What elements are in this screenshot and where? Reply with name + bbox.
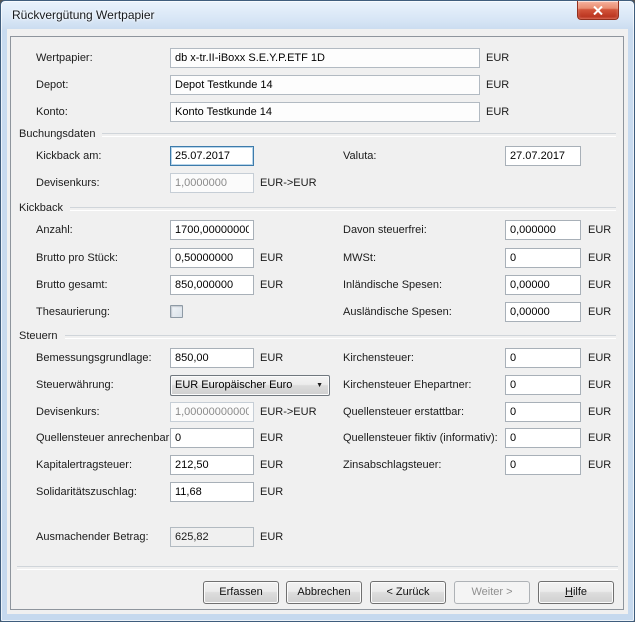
erfassen-button[interactable]: Erfassen [203, 581, 279, 604]
devisenkurs-suffix: EUR->EUR [260, 173, 317, 193]
brutto-gesamt-currency: EUR [260, 275, 283, 295]
ausmachender-betrag-currency: EUR [260, 527, 283, 547]
inlaendische-spesen-label: Inländische Spesen: [343, 275, 442, 295]
auslaendische-spesen-label: Ausländische Spesen: [343, 302, 452, 322]
depot-currency: EUR [486, 75, 509, 95]
devisenkurs-input [170, 173, 254, 193]
depot-label: Depot: [36, 75, 68, 95]
kirchensteuer-ehepartner-label: Kirchensteuer Ehepartner: [343, 375, 471, 395]
steuerwaehrung-selected-value: EUR Europäischer Euro [175, 379, 292, 391]
auslaendische-spesen-input[interactable] [505, 302, 581, 322]
close-button[interactable] [577, 1, 619, 20]
anzahl-label: Anzahl: [36, 220, 73, 240]
brutto-pro-stueck-currency: EUR [260, 248, 283, 268]
quellensteuer-anrechenbar-currency: EUR [260, 428, 283, 448]
quellensteuer-anrechenbar-label: Quellensteuer anrechenbar: [36, 428, 172, 448]
quellensteuer-fiktiv-input[interactable] [505, 428, 581, 448]
weiter-button: Weiter > [454, 581, 530, 604]
steuerwaehrung-select[interactable]: EUR Europäischer Euro ▼ [170, 375, 330, 396]
thesaurierung-label: Thesaurierung: [36, 302, 110, 322]
quellensteuer-anrechenbar-input[interactable] [170, 428, 254, 448]
close-icon [593, 6, 603, 15]
title-bar[interactable]: Rückvergütung Wertpapier [1, 1, 634, 29]
wertpapier-currency: EUR [486, 48, 509, 68]
bemessungsgrundlage-label: Bemessungsgrundlage: [36, 348, 152, 368]
ausmachender-betrag-label: Ausmachender Betrag: [36, 527, 149, 547]
kapitalertragsteuer-input[interactable] [170, 455, 254, 475]
content-panel [10, 36, 624, 610]
mwst-currency: EUR [588, 248, 611, 268]
davon-steuerfrei-input[interactable] [505, 220, 581, 240]
solidaritaetszuschlag-currency: EUR [260, 482, 283, 502]
bemessungsgrundlage-currency: EUR [260, 348, 283, 368]
group-line [70, 207, 616, 211]
depot-field[interactable] [170, 75, 480, 95]
steuern-devisenkurs-label: Devisenkurs: [36, 402, 100, 422]
kirchensteuer-currency: EUR [588, 348, 611, 368]
ausmachender-betrag-field [170, 527, 254, 547]
kapitalertragsteuer-label: Kapitalertragsteuer: [36, 455, 132, 475]
devisenkurs-label: Devisenkurs: [36, 173, 100, 193]
steuern-devisenkurs-suffix: EUR->EUR [260, 402, 317, 422]
zurueck-button[interactable]: < Zurück [370, 581, 446, 604]
kirchensteuer-ehepartner-currency: EUR [588, 375, 611, 395]
button-separator [17, 566, 618, 570]
group-steuern-label: Steuern [19, 329, 58, 343]
quellensteuer-erstattbar-currency: EUR [588, 402, 611, 422]
inlaendische-spesen-currency: EUR [588, 275, 611, 295]
kirchensteuer-label: Kirchensteuer: [343, 348, 414, 368]
konto-currency: EUR [486, 102, 509, 122]
zinsabschlagsteuer-label: Zinsabschlagsteuer: [343, 455, 441, 475]
brutto-pro-stueck-label: Brutto pro Stück: [36, 248, 118, 268]
zinsabschlagsteuer-currency: EUR [588, 455, 611, 475]
davon-steuerfrei-label: Davon steuerfrei: [343, 220, 427, 240]
davon-steuerfrei-currency: EUR [588, 220, 611, 240]
group-kickback-label: Kickback [19, 201, 63, 215]
bemessungsgrundlage-input[interactable] [170, 348, 254, 368]
group-steuern: Steuern [19, 329, 616, 343]
window-title: Rückvergütung Wertpapier [12, 1, 155, 29]
steuern-devisenkurs-input [170, 402, 254, 422]
kapitalertragsteuer-currency: EUR [260, 455, 283, 475]
quellensteuer-fiktiv-label: Quellensteuer fiktiv (informativ): [343, 428, 498, 448]
inlaendische-spesen-input[interactable] [505, 275, 581, 295]
abbrechen-button[interactable]: Abbrechen [286, 581, 362, 604]
group-buchungsdaten-label: Buchungsdaten [19, 127, 95, 141]
valuta-input[interactable] [505, 146, 581, 166]
chevron-down-icon: ▼ [316, 376, 323, 395]
thesaurierung-checkbox[interactable] [170, 305, 183, 318]
mwst-label: MWSt: [343, 248, 376, 268]
dialog-rueckverguetung-wertpapier: Rückvergütung Wertpapier Wertpapier: EUR… [0, 0, 635, 622]
konto-field[interactable] [170, 102, 480, 122]
quellensteuer-erstattbar-label: Quellensteuer erstattbar: [343, 402, 464, 422]
quellensteuer-fiktiv-currency: EUR [588, 428, 611, 448]
zinsabschlagsteuer-input[interactable] [505, 455, 581, 475]
hilfe-button[interactable]: Hilfe [538, 581, 614, 604]
group-line [102, 133, 616, 137]
kirchensteuer-ehepartner-input[interactable] [505, 375, 581, 395]
kickback-am-input[interactable] [170, 146, 254, 166]
kirchensteuer-input[interactable] [505, 348, 581, 368]
brutto-gesamt-label: Brutto gesamt: [36, 275, 108, 295]
group-kickback: Kickback [19, 201, 616, 215]
wertpapier-label: Wertpapier: [36, 48, 93, 68]
mwst-input[interactable] [505, 248, 581, 268]
brutto-pro-stueck-input[interactable] [170, 248, 254, 268]
anzahl-input[interactable] [170, 220, 254, 240]
quellensteuer-erstattbar-input[interactable] [505, 402, 581, 422]
solidaritaetszuschlag-label: Solidaritätszuschlag: [36, 482, 137, 502]
group-line [65, 335, 616, 339]
steuerwaehrung-label: Steuerwährung: [36, 375, 114, 395]
auslaendische-spesen-currency: EUR [588, 302, 611, 322]
group-buchungsdaten: Buchungsdaten [19, 127, 616, 141]
kickback-am-label: Kickback am: [36, 146, 101, 166]
wertpapier-field[interactable] [170, 48, 480, 68]
valuta-label: Valuta: [343, 146, 376, 166]
konto-label: Konto: [36, 102, 68, 122]
solidaritaetszuschlag-input[interactable] [170, 482, 254, 502]
brutto-gesamt-input[interactable] [170, 275, 254, 295]
